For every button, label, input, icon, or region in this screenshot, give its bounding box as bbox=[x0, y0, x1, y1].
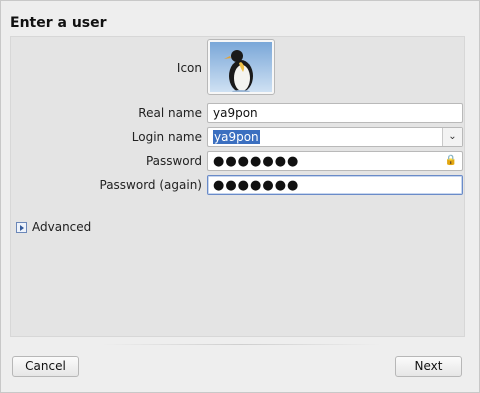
footer-separator bbox=[101, 344, 381, 345]
expander-arrow-icon bbox=[16, 221, 27, 233]
lock-icon: 🔒 bbox=[444, 155, 457, 166]
password-again-field[interactable]: ●●●●●●● bbox=[207, 175, 463, 195]
password-again-value: ●●●●●●● bbox=[213, 178, 300, 193]
password-field[interactable]: ●●●●●●● 🔒 bbox=[207, 151, 463, 171]
avatar-button[interactable] bbox=[207, 39, 275, 95]
real-name-label: Real name bbox=[138, 106, 202, 120]
advanced-label: Advanced bbox=[32, 220, 92, 234]
real-name-value: ya9pon bbox=[213, 106, 258, 120]
password-label: Password bbox=[145, 154, 202, 168]
login-name-value: ya9pon bbox=[213, 130, 260, 144]
login-name-combobox[interactable]: ya9pon ⌄ bbox=[207, 127, 463, 147]
icon-label: Icon bbox=[176, 61, 202, 75]
cancel-button[interactable]: Cancel bbox=[12, 356, 79, 377]
real-name-field[interactable]: ya9pon bbox=[207, 103, 463, 123]
password-value: ●●●●●●● bbox=[213, 154, 300, 169]
chevron-down-icon[interactable]: ⌄ bbox=[442, 128, 462, 146]
dialog-window: Enter a user Icon Real name ya9pon Login… bbox=[0, 0, 480, 393]
page-title: Enter a user bbox=[10, 15, 107, 31]
advanced-expander[interactable]: Advanced bbox=[16, 220, 91, 234]
login-name-label: Login name bbox=[131, 130, 202, 144]
penguin-avatar-icon bbox=[210, 42, 272, 92]
next-button[interactable]: Next bbox=[395, 356, 462, 377]
password-again-label: Password (again) bbox=[99, 178, 203, 192]
